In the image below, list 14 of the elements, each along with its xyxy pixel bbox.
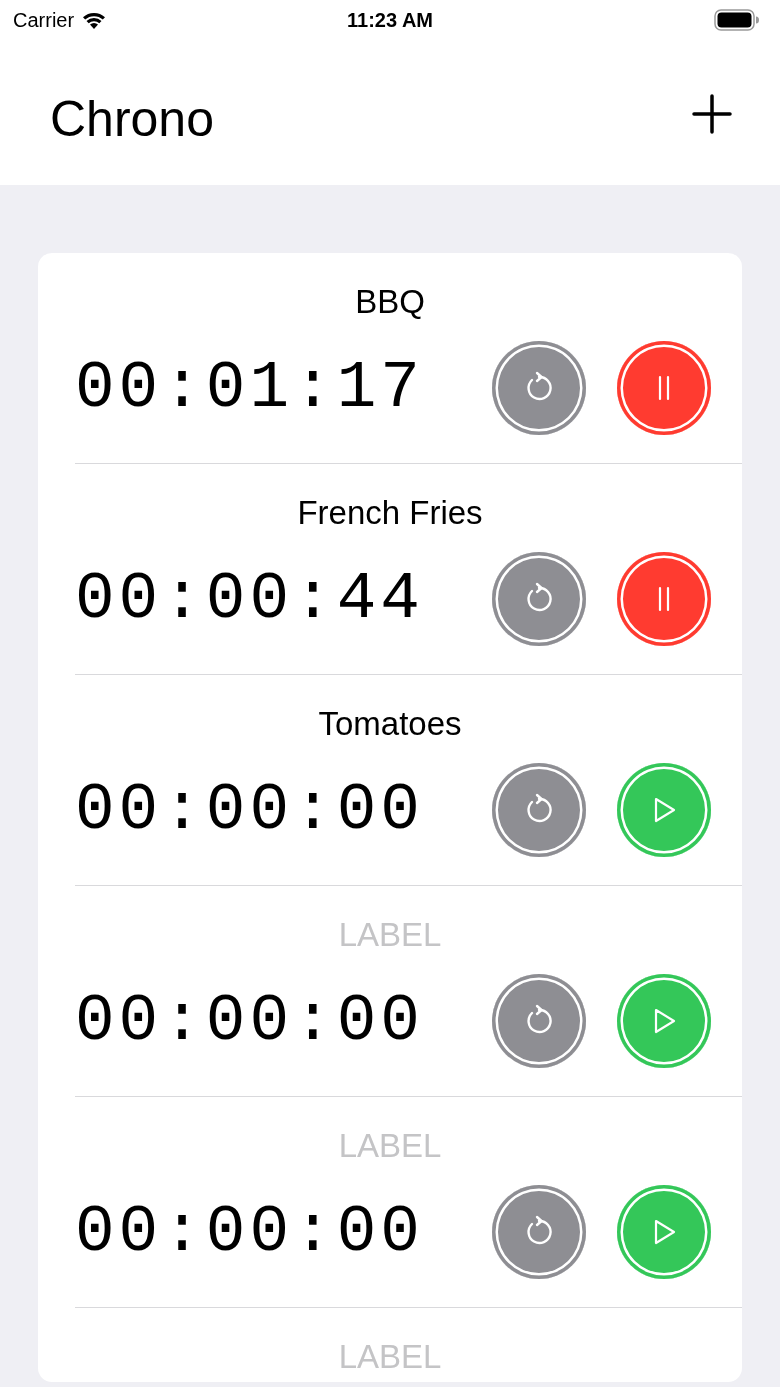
- timer-time: 00:00:00: [75, 772, 425, 848]
- clock-time: 11:23 AM: [347, 8, 433, 32]
- battery-icon: [714, 9, 760, 31]
- timer-time: 00:01:17: [75, 350, 425, 426]
- timer-label[interactable]: BBQ: [355, 283, 425, 321]
- timer-time: 00:00:00: [75, 983, 425, 1059]
- add-icon[interactable]: [692, 93, 732, 134]
- app-title: Chrono: [50, 89, 214, 148]
- timer-time: 00:00:44: [75, 561, 425, 637]
- timer-label[interactable]: French Fries: [297, 494, 483, 532]
- carrier-name: Carrier: [13, 8, 75, 32]
- timer-label[interactable]: Tomatoes: [318, 705, 462, 743]
- wifi-icon: [81, 10, 108, 30]
- timer-time: 00:00:00: [75, 1194, 425, 1270]
